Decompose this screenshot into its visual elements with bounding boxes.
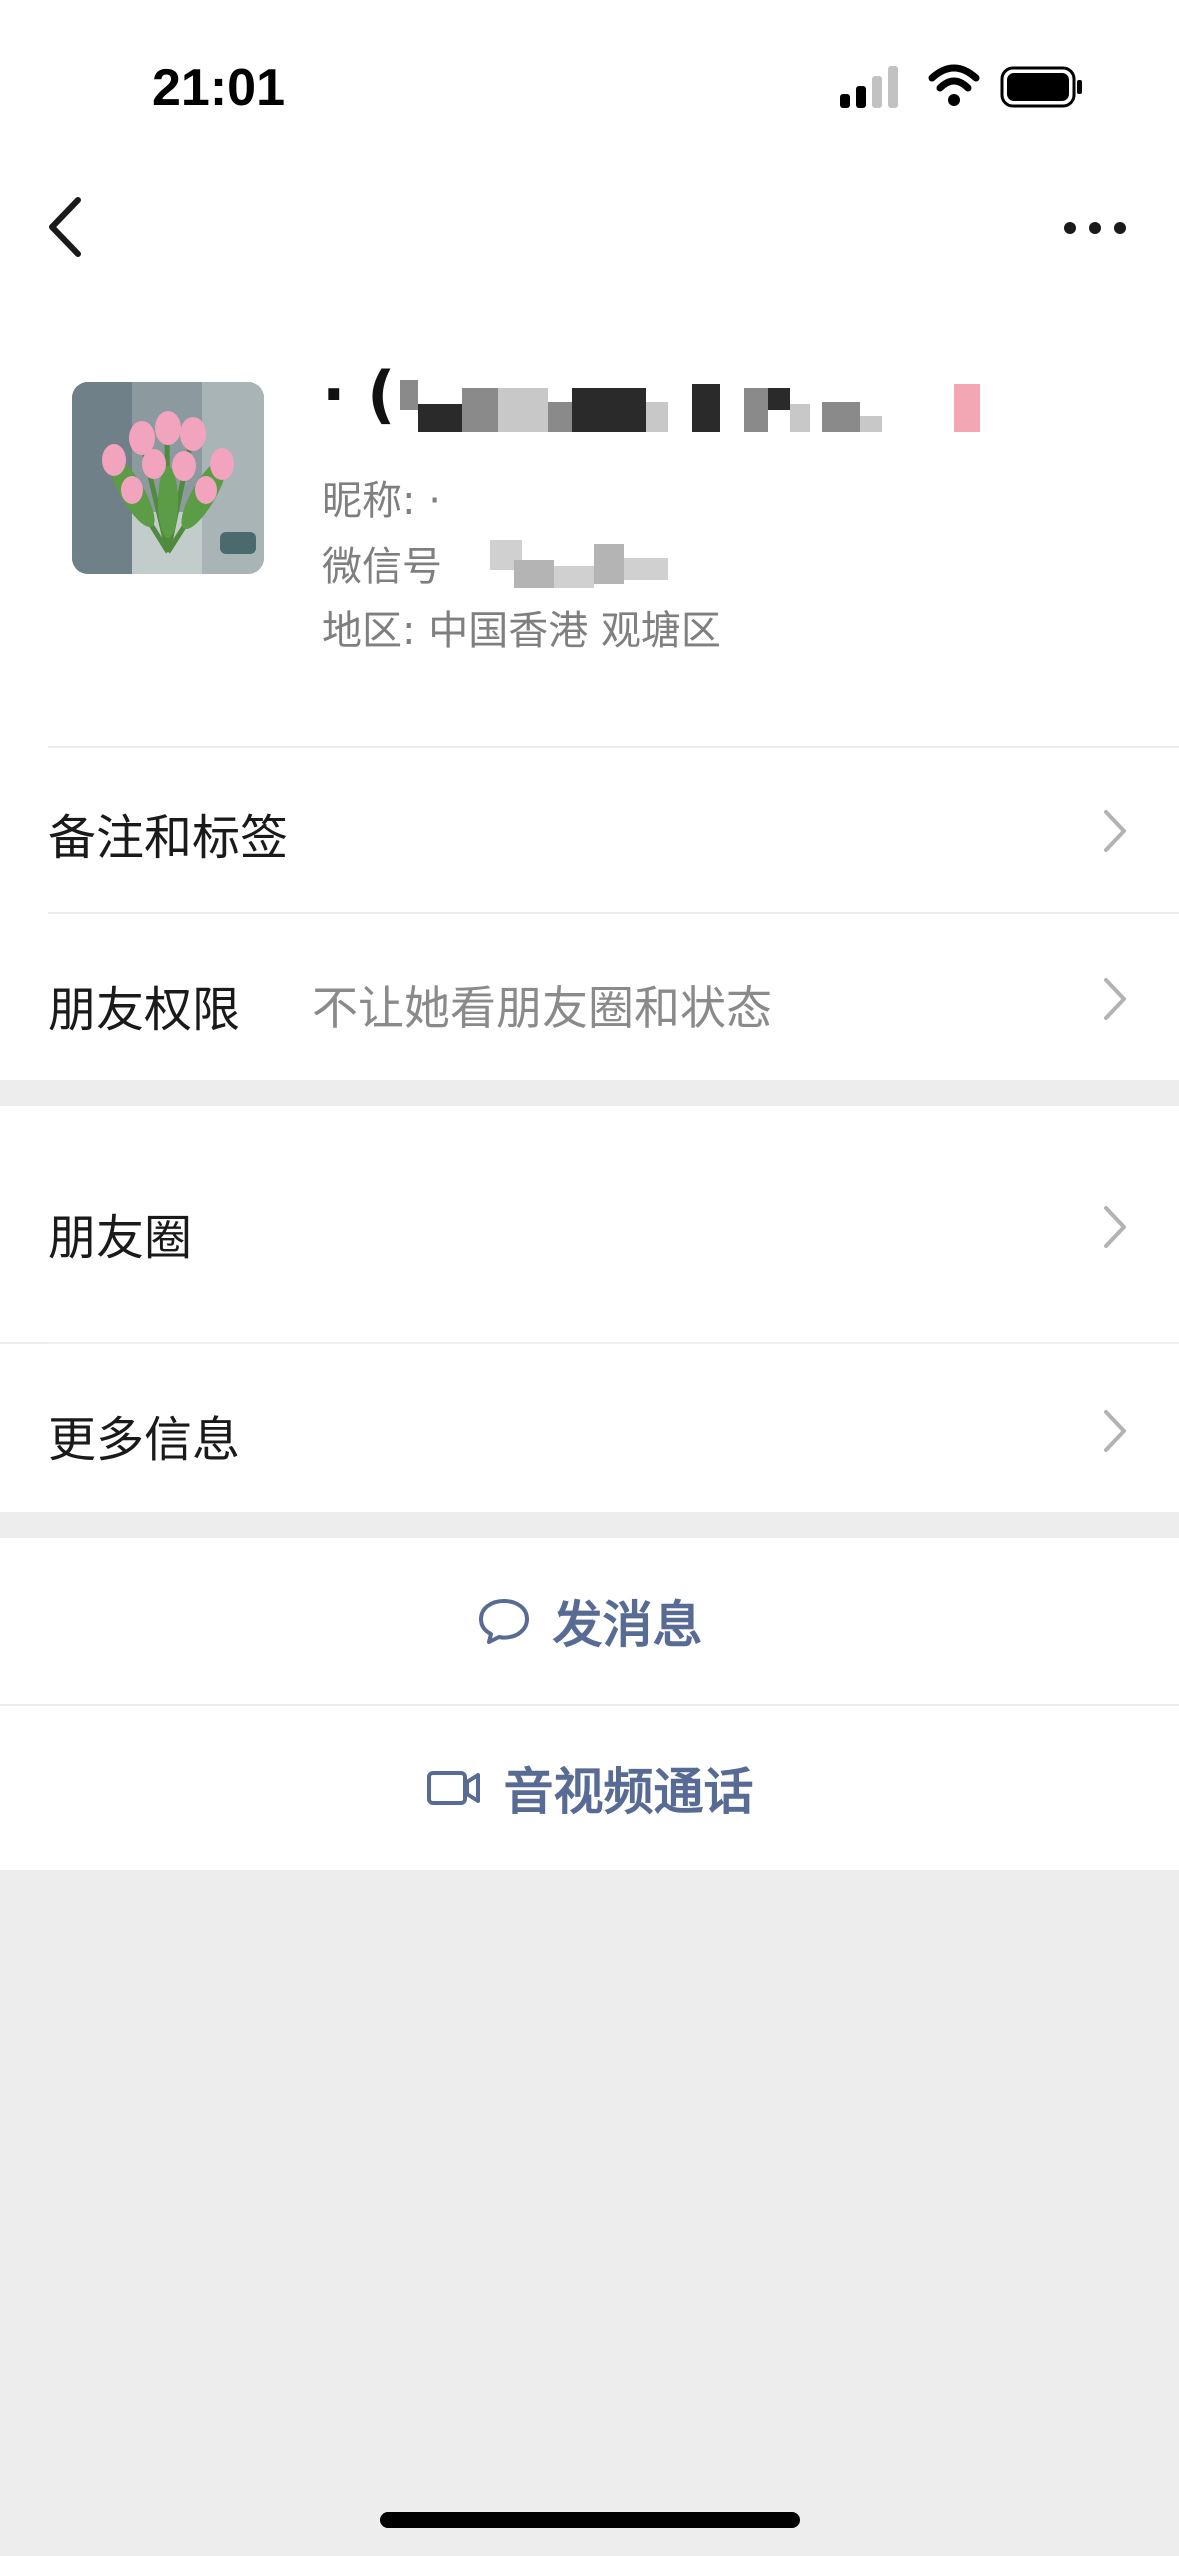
more-dots-icon[interactable] [1060, 210, 1130, 246]
redacted-block [954, 384, 980, 432]
profile-name: · ( [322, 358, 1022, 458]
redacted-wechat-id [624, 558, 668, 580]
send-message-button[interactable]: 发消息 [0, 1538, 1179, 1704]
tulip-avatar-image [72, 382, 264, 574]
av-call-label: 音视频通话 [503, 1763, 754, 1821]
redacted-block [462, 388, 498, 432]
redacted-block [418, 404, 462, 432]
redacted-wechat-id [554, 566, 594, 588]
redacted-block [498, 388, 548, 432]
redacted-block [400, 380, 418, 410]
avatar[interactable] [72, 382, 264, 574]
chat-bubble-icon [478, 1599, 529, 1644]
redacted-block [692, 384, 720, 432]
battery-icon [1000, 66, 1082, 108]
friend-permissions-label: 朋友权限 [48, 982, 241, 1038]
chevron-right-icon [1104, 978, 1126, 1020]
moments-row[interactable]: 朋友圈 [0, 1106, 1179, 1342]
redacted-block [860, 416, 882, 432]
back-chevron-icon[interactable] [40, 192, 96, 262]
moments-label: 朋友圈 [48, 1210, 193, 1266]
name-prefix: · ( [322, 358, 396, 431]
redacted-block [572, 388, 646, 432]
wechat-id-line: 微信号 [322, 534, 442, 592]
redacted-block [548, 402, 572, 432]
more-info-row[interactable]: 更多信息 [0, 1344, 1179, 1512]
nickname-line: 昵称: · [322, 478, 441, 524]
redacted-wechat-id [594, 544, 624, 584]
status-time: 21:01 [152, 59, 285, 117]
chevron-right-icon [1104, 810, 1126, 852]
redacted-wechat-id [514, 560, 554, 588]
redacted-block [768, 388, 790, 410]
region-line: 地区: 中国香港 观塘区 [322, 608, 721, 654]
chevron-right-icon [1104, 1410, 1126, 1452]
chevron-right-icon [1104, 1206, 1126, 1248]
av-call-button[interactable]: 音视频通话 [0, 1706, 1179, 1870]
home-indicator[interactable] [380, 2512, 800, 2528]
remarks-tags-label: 备注和标签 [48, 810, 289, 866]
redacted-block [822, 402, 860, 432]
cellular-signal-icon [840, 66, 898, 108]
friend-permissions-value: 不让她看朋友圈和状态 [312, 981, 772, 1035]
more-info-label: 更多信息 [48, 1412, 241, 1468]
send-message-label: 发消息 [552, 1596, 703, 1654]
redacted-block [790, 404, 810, 432]
redacted-block [646, 402, 668, 432]
remarks-tags-row[interactable]: 备注和标签 [0, 748, 1179, 912]
friend-permissions-row[interactable]: 朋友权限 不让她看朋友圈和状态 [0, 914, 1179, 1080]
video-camera-icon [426, 1771, 480, 1805]
wifi-icon [928, 64, 980, 106]
redacted-block [744, 388, 768, 432]
wechat-id-label: 微信号 [322, 544, 442, 590]
